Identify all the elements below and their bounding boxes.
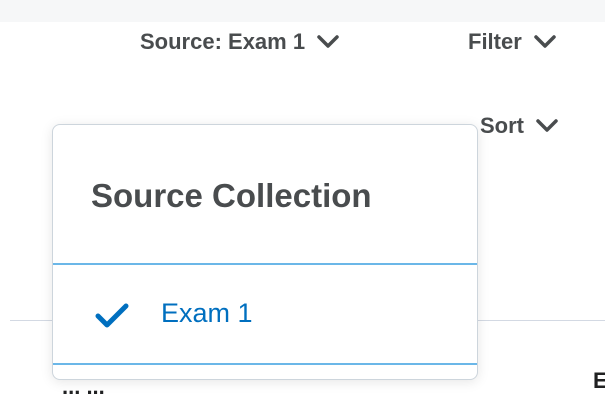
chevron-down-icon: [534, 29, 556, 55]
source-dropdown-label: Source: Exam 1: [140, 29, 306, 54]
dropdown-separator: [53, 363, 477, 365]
dropdown-item-exam-1[interactable]: Exam 1: [53, 265, 477, 363]
sort-label: Sort: [480, 113, 524, 138]
chevron-down-icon: [317, 29, 339, 55]
top-band: [0, 0, 605, 22]
filter-label: Filter: [468, 29, 522, 54]
dropdown-item-label: Exam 1: [161, 298, 253, 328]
question-library-page: Source: Exam 1 Filter Sort ... ... E Sou…: [0, 0, 605, 394]
source-dropdown-button[interactable]: Source: Exam 1: [140, 29, 339, 55]
partial-column-text: E: [593, 368, 605, 393]
dropdown-title: Source Collection: [91, 177, 372, 214]
chevron-down-icon: [536, 113, 558, 139]
filter-button[interactable]: Filter: [468, 29, 556, 55]
sort-button[interactable]: Sort: [480, 113, 558, 139]
checkmark-icon: [95, 303, 129, 334]
source-collection-dropdown: Source Collection Exam 1: [52, 124, 478, 380]
